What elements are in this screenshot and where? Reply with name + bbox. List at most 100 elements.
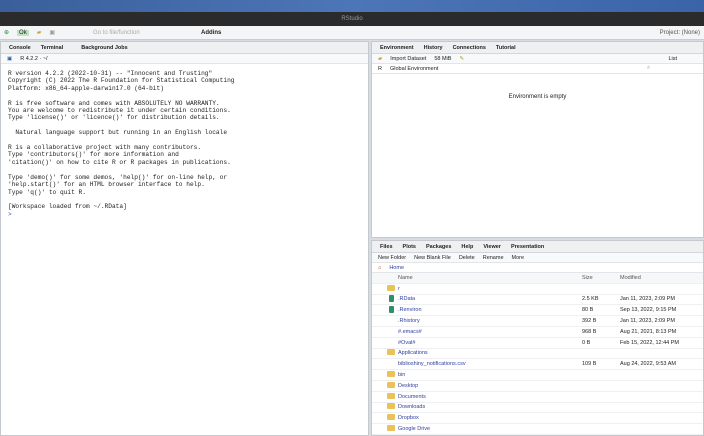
files-pane: Files Plots Packages Help Viewer Present… [371, 240, 704, 436]
file-modified: Sep 13, 2022, 9:15 PM [620, 307, 677, 314]
file-name[interactable]: Desktop [398, 383, 582, 389]
import-dataset-button[interactable]: Import Dataset [390, 56, 426, 62]
file-name[interactable]: Google Drive [398, 426, 582, 432]
files-tabs: Files Plots Packages Help Viewer Present… [372, 241, 703, 253]
view-mode-select[interactable]: List [668, 56, 677, 62]
files-list: r .RData 2.5 KB Jan 11, 2023, 2:09 PM .R… [372, 284, 703, 435]
tab-help[interactable]: Help [461, 244, 473, 250]
tab-tutorial[interactable]: Tutorial [496, 45, 516, 51]
file-row[interactable]: #.emacs# 968 B Aug 21, 2021, 8:13 PM [372, 327, 703, 338]
tab-terminal[interactable]: Terminal [41, 45, 64, 51]
tab-history[interactable]: History [424, 45, 443, 51]
new-folder-button[interactable]: New Folder [378, 255, 406, 261]
file-row[interactable]: Documents [372, 392, 703, 403]
environment-scope-bar: R Global Environment ⌕ [372, 64, 703, 74]
open-project-icon[interactable]: Ok [17, 29, 29, 36]
files-toolbar: New Folder New Blank File Delete Rename … [372, 253, 703, 263]
tab-console[interactable]: Console [9, 45, 31, 51]
path-bar: ⌂ Home [372, 263, 703, 273]
language-select[interactable]: R [378, 66, 382, 72]
file-row[interactable]: Desktop [372, 381, 703, 392]
folder-icon [387, 403, 395, 410]
home-icon[interactable]: ⌂ [378, 265, 381, 271]
tab-environment[interactable]: Environment [380, 45, 414, 51]
file-row[interactable]: .Renviron 80 B Sep 13, 2022, 9:15 PM [372, 305, 703, 317]
folder-icon [387, 349, 395, 356]
file-size: 2.5 KB [582, 296, 599, 303]
file-size: 968 B [582, 328, 597, 335]
new-blank-file-button[interactable]: New Blank File [414, 255, 451, 261]
file-modified: Aug 24, 2022, 9:53 AM [620, 361, 676, 368]
new-file-icon[interactable]: ⊕ [4, 29, 9, 36]
open-file-icon[interactable]: ▰ [37, 29, 42, 36]
scope-select[interactable]: Global Environment [390, 66, 438, 72]
file-name[interactable]: Applications [398, 350, 582, 356]
file-row[interactable]: .RData 2.5 KB Jan 11, 2023, 2:09 PM [372, 294, 703, 306]
folder-icon [387, 392, 395, 399]
r-file-icon [388, 305, 394, 313]
tab-packages[interactable]: Packages [426, 244, 451, 250]
file-name[interactable]: .RData [398, 296, 582, 302]
environment-search[interactable]: ⌕ [647, 65, 697, 72]
file-modified: Feb 15, 2022, 12:44 PM [620, 339, 680, 346]
file-row[interactable]: Google Drive [372, 424, 703, 435]
header-size[interactable]: Size [582, 275, 620, 281]
r-version: R 4.2.2 · ~/ [20, 55, 48, 62]
file-name[interactable]: Dropbox [398, 415, 582, 421]
file-modified: Jan 11, 2023, 2:09 PM [620, 296, 675, 303]
header-name[interactable]: Name [398, 275, 582, 281]
more-button[interactable]: More [512, 255, 525, 261]
file-size: 109 B [582, 361, 597, 368]
environment-empty-message: Environment is empty [508, 94, 567, 100]
file-size: 0 B [582, 339, 591, 346]
file-name[interactable]: Downloads [398, 404, 582, 410]
console-pane: Console Terminal Background Jobs ▣ R 4.2… [0, 41, 369, 436]
file-name[interactable]: .Renviron [398, 307, 582, 313]
addins-menu[interactable]: Addins [201, 30, 221, 36]
clear-broom-icon[interactable]: ✎ [459, 56, 464, 62]
file-row[interactable]: biblioshiny_notifications.csv 109 B Aug … [372, 359, 703, 371]
r-logo-icon: ▣ [7, 55, 13, 62]
file-name[interactable]: r [398, 286, 582, 292]
environment-pane: Environment History Connections Tutorial… [371, 41, 704, 238]
memory-usage[interactable]: 58 MiB [434, 56, 451, 62]
delete-button[interactable]: Delete [459, 255, 475, 261]
file-name[interactable]: .Rhistory [398, 318, 582, 324]
rename-button[interactable]: Rename [483, 255, 504, 261]
save-icon[interactable]: ▣ [49, 29, 55, 36]
file-row[interactable]: bin [372, 370, 703, 381]
window-title: RStudio [0, 12, 704, 26]
tab-connections[interactable]: Connections [453, 45, 486, 51]
file-row[interactable]: .Rhistory 392 B Jan 11, 2023, 2:09 PM [372, 316, 703, 327]
console-output[interactable]: R version 4.2.2 (2022-10-31) -- "Innocen… [1, 64, 368, 224]
file-modified: Aug 21, 2021, 8:13 PM [620, 328, 677, 335]
main-toolbar: ⊕ Ok ▰ ▣ Go to file/function Addins Proj… [0, 26, 704, 40]
load-workspace-icon[interactable]: ▰ [378, 56, 382, 62]
file-row[interactable]: Dropbox [372, 413, 703, 425]
header-modified[interactable]: Modified [620, 275, 703, 281]
file-row[interactable]: Applications [372, 349, 703, 360]
folder-icon [387, 371, 395, 378]
file-row[interactable]: Downloads [372, 403, 703, 414]
file-name[interactable]: #.emacs# [398, 329, 582, 335]
file-name[interactable]: #Oval# [398, 340, 582, 346]
console-prompt[interactable]: > [8, 211, 12, 218]
files-header: Name Size Modified [372, 273, 703, 284]
project-menu[interactable]: Project: (None) [660, 30, 700, 36]
file-modified: Jan 11, 2023, 2:09 PM [620, 318, 675, 325]
file-name[interactable]: Documents [398, 394, 582, 400]
file-row[interactable]: #Oval# 0 B Feb 15, 2022, 12:44 PM [372, 338, 703, 349]
file-row[interactable]: r [372, 284, 703, 295]
tab-viewer[interactable]: Viewer [483, 244, 501, 250]
tab-presentation[interactable]: Presentation [511, 244, 544, 250]
tab-plots[interactable]: Plots [403, 244, 416, 250]
environment-tabs: Environment History Connections Tutorial [372, 42, 703, 54]
environment-toolbar: ▰ Import Dataset 58 MiB ✎ List [372, 54, 703, 64]
console-text: R version 4.2.2 (2022-10-31) -- "Innocen… [8, 70, 235, 211]
tab-background-jobs[interactable]: Background Jobs [81, 45, 127, 51]
tab-files[interactable]: Files [380, 244, 393, 250]
path-home[interactable]: Home [389, 265, 404, 271]
file-name[interactable]: biblioshiny_notifications.csv [398, 361, 582, 367]
goto-file-input[interactable]: Go to file/function [93, 30, 193, 36]
file-name[interactable]: bin [398, 372, 582, 378]
